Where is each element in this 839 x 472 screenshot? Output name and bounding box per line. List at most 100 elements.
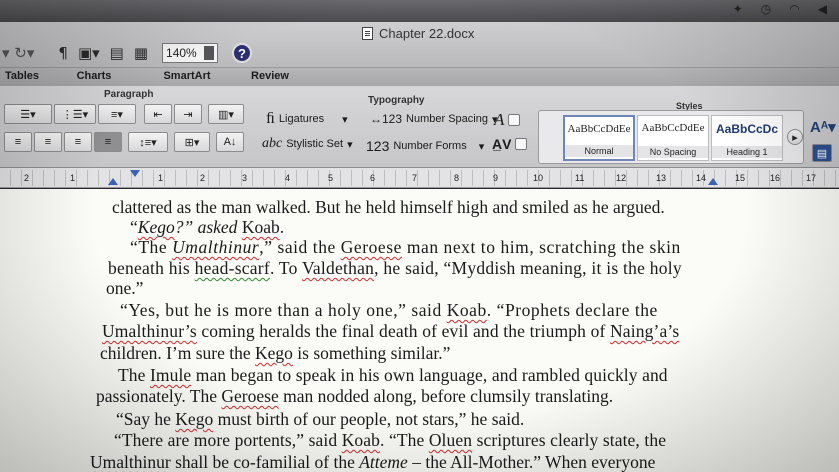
style-normal[interactable]: AaBbCcDdEe Normal [563,115,635,161]
text-line: one.” [106,278,144,298]
styles-pane-control[interactable]: Aᴬ▾ [810,118,836,136]
style-normal-sample: AaBbCcDdEe [567,123,631,135]
left-indent-marker[interactable] [108,178,118,185]
ruler-number: 8 [454,173,460,183]
ligatures-control[interactable]: ﬁ Ligatures ▾ [266,110,348,128]
document-title-text: Chapter 22.docx [379,26,475,41]
borders-button[interactable]: ⊞▾ [174,132,210,152]
number-forms-label: Number Forms [393,140,467,152]
text-line: Umalthinur shall be co-familial of the A… [90,452,656,472]
stylistic-set-icon: abc [262,136,283,151]
zoom-dropdown-icon[interactable] [204,46,215,60]
sort-button[interactable]: A↓ [216,132,244,152]
ruler-number: 12 [616,173,627,183]
text-line: children. I’m sure the Kego is something… [100,343,451,363]
gallery-icon[interactable]: ▦ [134,44,148,62]
character-spacing-control[interactable]: A̲V [492,136,528,152]
help-button[interactable]: ? [232,43,253,63]
style-no-spacing[interactable]: AaBbCcDdEe No Spacing [637,115,709,161]
number-spacing-icon: ↔123 [370,112,403,126]
ruler-number: 2 [200,173,206,183]
styles-gallery: AaBbCcDdEe Normal AaBbCcDdEe No Spacing … [538,110,804,164]
stylistic-set-label: Stylistic Set [286,138,344,150]
align-center-button[interactable]: ≡ [34,132,62,152]
increase-indent-button[interactable]: ⇥ [174,104,202,124]
zoom-field[interactable]: 140% [162,43,219,63]
redo-icon[interactable]: ▾ ↻▾ [2,44,34,62]
line-spacing-button[interactable]: ↕≡▾ [128,132,168,152]
number-forms-icon: 123 [366,138,390,154]
status-icons: ✦ ◷ ◠ ◀ [733,2,827,16]
number-forms-dropdown-icon[interactable]: ▾ [479,140,485,153]
ribbon-home: Paragraph Typography Styles ☰▾ ⋮☰▾ ≡▾ ⇤ … [0,86,839,266]
tab-smartart[interactable]: SmartArt [144,68,230,86]
ruler-number: 16 [770,173,781,183]
ruler-number: 7 [412,173,418,183]
typography-group-label: Typography [368,95,425,106]
tab-tables[interactable]: Tables [0,68,44,86]
ligatures-dropdown-icon[interactable]: ▾ [342,113,348,126]
styles-next-button[interactable]: ▸ [787,129,803,145]
ruler-number: 3 [242,173,248,183]
style-heading-1-name: Heading 1 [712,146,782,158]
ruler-number: 9 [493,173,499,183]
justify-button[interactable]: ≡ [94,132,122,152]
text-line: passionately. The Geroese man nodded alo… [96,386,614,406]
ruler-number: 1 [70,173,76,183]
standard-toolbar: ▾ ↻▾ ¶ ▣▾ ▤ ▦ 140% ? [2,38,253,68]
style-no-spacing-sample: AaBbCcDdEe [641,122,705,134]
document-page[interactable]: clattered as the man walked. But he held… [0,189,839,472]
text-line: “The Umalthinur,” said the Geroese man n… [130,237,681,257]
text-line: The Imule man began to speak in his own … [118,365,668,385]
ruler-number: 13 [656,173,667,183]
right-indent-marker[interactable] [708,178,718,185]
ruler-number: 6 [370,173,376,183]
first-line-indent-marker[interactable] [130,170,140,177]
number-spacing-control[interactable]: ↔123 Number Spacing ▾ [370,112,498,126]
volume-icon[interactable]: ◀ [818,2,827,16]
ruler-number: 11 [575,173,585,183]
ligatures-label: Ligatures [278,113,325,125]
ruler-number: 15 [735,173,746,183]
dropbox-icon[interactable]: ✦ [733,2,743,16]
zoom-value: 140% [166,46,197,60]
style-heading-1[interactable]: AaBbCcDc Heading 1 [711,115,783,161]
document-icon [362,27,373,40]
character-spacing-checkbox[interactable] [515,138,528,150]
horizontal-ruler[interactable]: 2 1 1 2 3 4 5 6 7 8 9 10 11 12 13 14 15 16 17 [0,168,839,188]
bullets-button[interactable]: ☰▾ [4,104,52,124]
tab-charts[interactable]: Charts [44,68,144,86]
stylistic-set-dropdown-icon[interactable]: ▾ [347,138,353,151]
pilcrow-icon[interactable]: ¶ [58,44,68,62]
text-line: clattered as the man walked. But he held… [112,197,665,217]
align-right-button[interactable]: ≡ [64,132,92,152]
ruler-number: 14 [696,173,707,183]
text-line: “Kego?” asked Koab. [130,217,285,237]
tab-review[interactable]: Review [230,68,310,86]
wifi-icon[interactable]: ◠ [789,2,799,16]
align-left-button[interactable]: ≡ [4,132,32,152]
styles-pane-button[interactable]: ▤ [812,144,832,162]
contextual-alternates-checkbox[interactable] [508,114,521,126]
stylistic-set-control[interactable]: abc Stylistic Set ▾ [262,136,353,152]
decrease-indent-button[interactable]: ⇤ [144,104,172,124]
number-forms-control[interactable]: 123 Number Forms ▾ [366,138,484,154]
document-title: Chapter 22.docx [362,26,474,41]
text-line: beneath his head-scarf. To Valdethan, he… [108,258,682,278]
contextual-alternates-control[interactable]: A [494,110,521,130]
multilevel-list-button[interactable]: ≡▾ [98,104,136,124]
styles-pane-icon: Aᴬ▾ [810,119,836,136]
view-layout-icon[interactable]: ▣▾ [78,44,100,62]
number-spacing-label: Number Spacing [406,113,488,125]
columns-button[interactable]: ▥▾ [208,104,244,124]
numbering-button[interactable]: ⋮☰▾ [54,104,96,124]
ligatures-icon: ﬁ [266,110,275,127]
style-normal-name: Normal [565,145,633,157]
sidebar-icon[interactable]: ▤ [110,44,124,62]
timemachine-icon[interactable]: ◷ [761,2,771,16]
text-line: “Say he Kego must birth of our people, n… [116,409,525,429]
text-line: Umalthinur’s coming heralds the final de… [102,321,680,341]
ruler-number: 17 [806,173,817,183]
contextual-alternates-icon: A [494,110,505,129]
paragraph-group-label: Paragraph [104,89,154,100]
